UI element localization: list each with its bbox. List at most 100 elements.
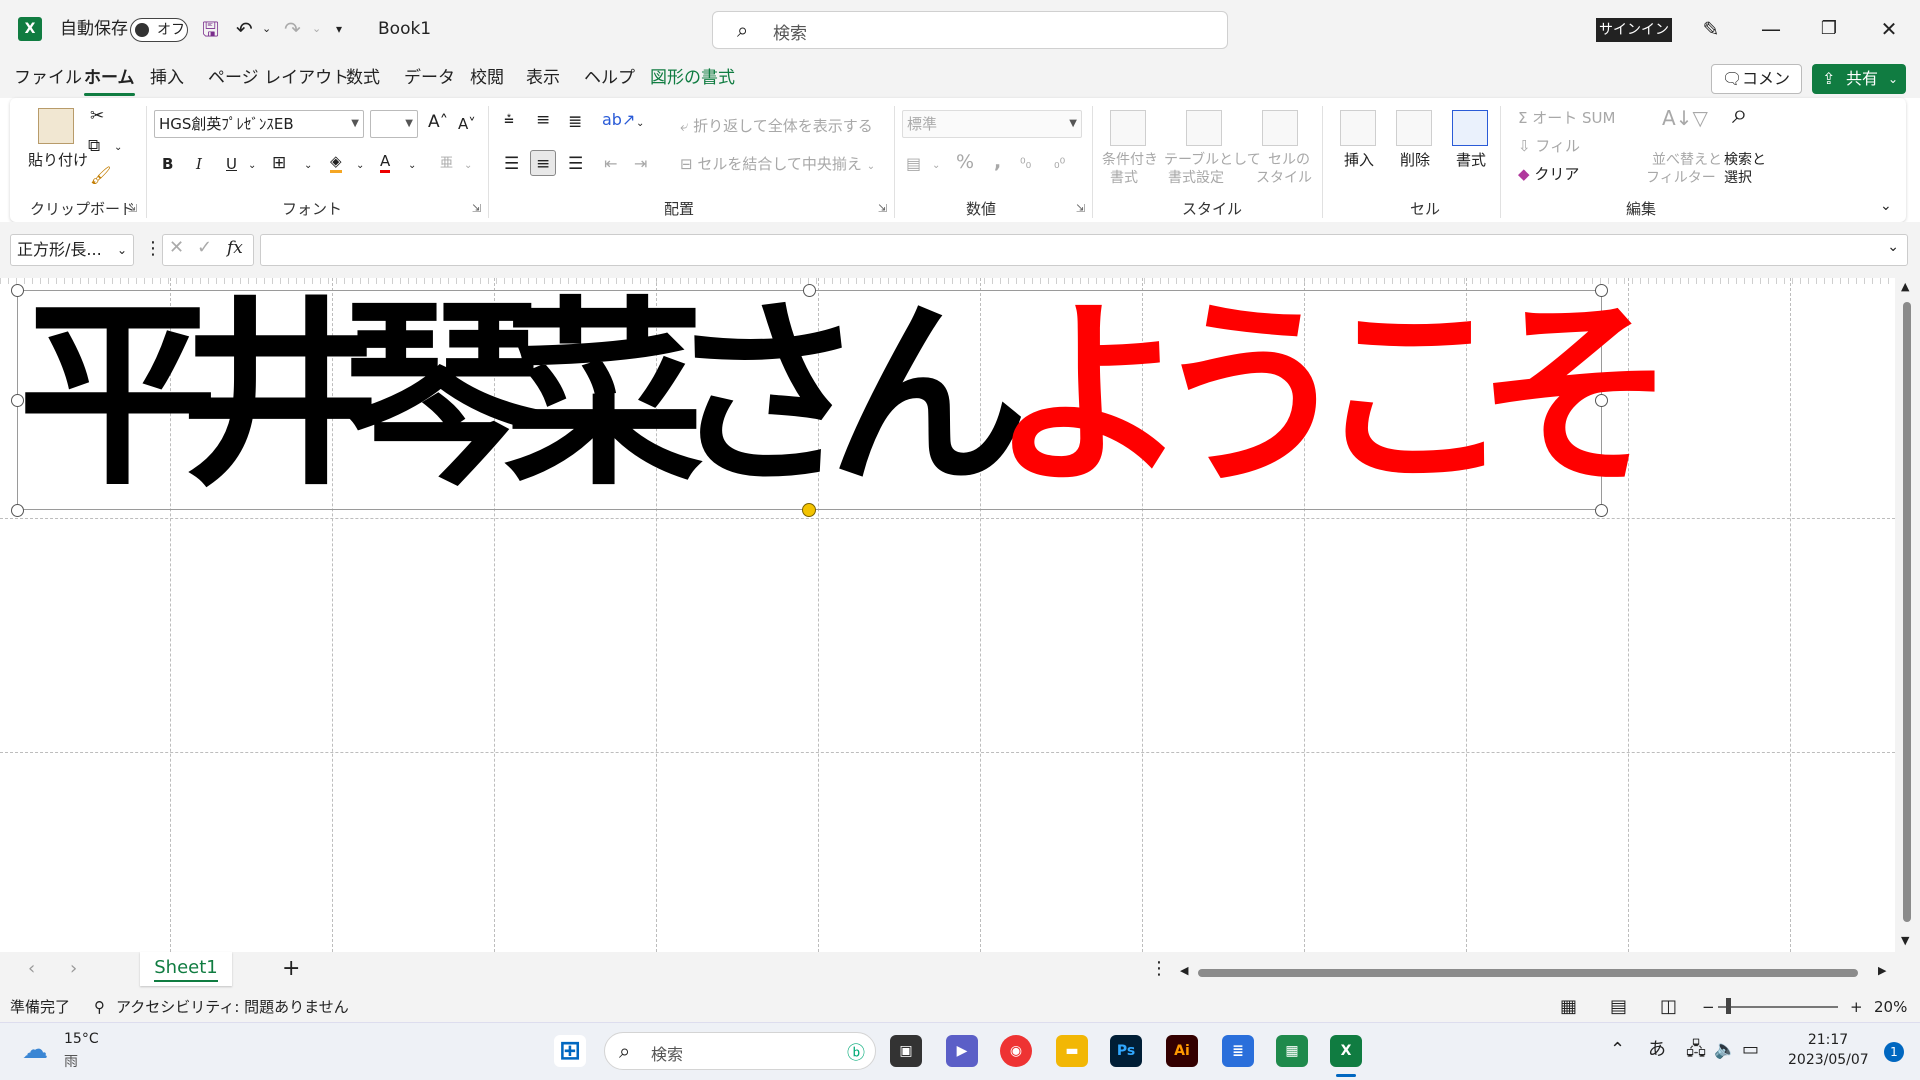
ime-indicator[interactable]: あ [1648,1038,1666,1062]
accessibility-status[interactable]: アクセシビリティ: 問題ありません [116,992,349,1022]
font-color-icon[interactable]: A [380,152,391,173]
close-icon[interactable]: ✕ [1874,14,1904,44]
percent-button[interactable]: % [956,152,974,172]
increase-indent-icon[interactable]: ⇥ [634,154,647,174]
merge-center-button[interactable]: ⊟ セルを結合して中央揃え ⌄ [680,154,875,177]
tab-insert[interactable]: 挿入 [150,66,184,90]
resize-handle-e[interactable] [1595,394,1608,407]
font-launcher-icon[interactable]: ⇲ [472,202,481,215]
prev-sheet-icon[interactable]: ‹ [28,958,35,979]
enter-icon[interactable]: ✓ [197,237,212,258]
number-launcher-icon[interactable]: ⇲ [1076,202,1085,215]
conditional-format-label-1[interactable]: 条件付き [1102,150,1158,170]
battery-icon[interactable]: ▭ [1742,1038,1759,1062]
normal-view-icon[interactable]: ▦ [1560,992,1577,1022]
collapse-ribbon-icon[interactable]: ⌄ [1880,196,1892,216]
paste-icon[interactable] [38,108,74,144]
horizontal-scroll-thumb[interactable] [1198,969,1858,977]
weather-desc[interactable]: 雨 [64,1051,78,1071]
copy-icon[interactable]: ⧉ [88,136,100,156]
minimize-icon[interactable]: — [1756,14,1786,44]
illustrator-icon[interactable]: Ai [1166,1035,1198,1067]
next-sheet-icon[interactable]: › [70,958,77,979]
underline-button[interactable]: U [226,154,237,174]
tab-file[interactable]: ファイル [14,66,82,90]
zoom-level[interactable]: 20% [1874,992,1907,1022]
bing-icon[interactable]: ⓑ [847,1039,865,1065]
weather-temp[interactable]: 15°C [64,1031,99,1047]
align-left-icon[interactable]: ☰ [504,154,519,174]
fill-button[interactable]: ⇩ フィル [1518,136,1580,156]
share-dropdown-icon[interactable]: ⌄ [1888,64,1898,94]
align-top-icon[interactable]: ⩮ [504,110,514,130]
find-select-icon[interactable]: ⌕ [1732,100,1748,128]
start-icon[interactable]: ⊞ [554,1035,586,1067]
expand-formula-icon[interactable]: ⌄ [1887,239,1899,255]
scroll-left-icon[interactable]: ◀ [1180,964,1188,977]
insert-function-button[interactable]: fx [227,238,243,258]
file-explorer-icon[interactable]: ▬ [1056,1035,1088,1067]
decrease-indent-icon[interactable]: ⇤ [604,154,617,174]
scroll-up-icon[interactable]: ▲ [1901,280,1909,293]
horizontal-scrollbar[interactable]: ◀ ▶ [1180,964,1890,980]
zoom-slider-thumb[interactable] [1726,998,1731,1014]
tab-view[interactable]: 表示 [526,66,560,90]
formula-input[interactable]: ⌄ [260,234,1908,266]
phonetic-icon[interactable]: 亜 [440,154,453,174]
bold-button[interactable]: B [162,154,173,174]
name-box[interactable]: 正方形/長... ⌄ [10,234,134,266]
orientation-icon[interactable]: ab↗ [602,110,635,130]
sort-filter-label-1[interactable]: 並べ替えと [1652,150,1722,170]
increase-decimal-icon[interactable]: ⁰₀ [1020,154,1031,174]
resize-handle-ne[interactable] [1595,284,1608,297]
tab-shape-format[interactable]: 図形の書式 [650,66,735,90]
autosave-toggle[interactable]: オフ [130,18,188,42]
decrease-decimal-icon[interactable]: ₀⁰ [1054,154,1065,174]
insert-cells-label[interactable]: 挿入 [1344,150,1374,170]
tray-overflow-icon[interactable]: ⌃ [1610,1038,1625,1062]
cell-styles-label-1[interactable]: セルの [1268,150,1310,170]
delete-cells-icon[interactable] [1396,110,1432,146]
conditional-format-label-2[interactable]: 書式 [1110,168,1138,188]
taskbar-search[interactable]: ⌕ 検索 ⓑ [604,1032,876,1070]
clipboard-launcher-icon[interactable]: ⇲ [128,202,137,215]
resize-handle-se[interactable] [1595,504,1608,517]
delete-cells-label[interactable]: 削除 [1400,150,1430,170]
underline-dropdown-icon[interactable]: ⌄ [248,156,256,176]
comment-button[interactable]: 🗨 コメント [1711,64,1802,116]
borders-dropdown-icon[interactable]: ⌄ [304,156,312,176]
find-select-label-1[interactable]: 検索と [1724,150,1766,170]
format-as-table-label-1[interactable]: テーブルとして [1164,150,1261,170]
insert-cells-icon[interactable] [1340,110,1376,146]
signin-button[interactable]: サインイン [1596,18,1672,42]
conditional-format-icon[interactable] [1110,110,1146,146]
cell-styles-icon[interactable] [1262,110,1298,146]
vertical-scrollbar[interactable]: ▲ ▼ [1895,278,1920,952]
number-format-select[interactable]: 標準 ▼ [902,110,1082,138]
resize-handle-n[interactable] [803,284,816,297]
tab-formulas[interactable]: 数式 [346,66,380,90]
zoom-slider[interactable] [1718,1006,1838,1008]
task-view-icon[interactable]: ▣ [890,1035,922,1067]
spreadsheet-app-icon[interactable]: ▦ [1276,1035,1308,1067]
undo-icon[interactable]: ↶ [236,14,253,44]
copy-dropdown-icon[interactable]: ⌄ [114,138,122,158]
align-middle-icon[interactable]: ≡ [536,110,550,130]
font-size-select[interactable]: ▼ [370,110,418,138]
pen-icon[interactable]: ✎ [1696,14,1726,44]
resize-handle-nw[interactable] [11,284,24,297]
zoom-in-icon[interactable]: + [1850,992,1863,1022]
page-layout-view-icon[interactable]: ▤ [1610,992,1627,1022]
cell-styles-label-2[interactable]: スタイル [1256,168,1312,188]
font-name-select[interactable]: HGS創英ﾌﾟﾚｾﾞﾝｽEB ▼ [154,110,364,138]
autosum-button[interactable]: Σ オート SUM [1518,108,1615,128]
redo-dropdown-icon[interactable]: ⌄ [312,14,321,44]
cancel-icon[interactable]: ✕ [169,237,184,258]
zoom-out-icon[interactable]: − [1702,992,1715,1022]
photoshop-icon[interactable]: Ps [1110,1035,1142,1067]
fill-color-icon[interactable]: ◈ [330,152,342,173]
vertical-scroll-thumb[interactable] [1903,302,1911,922]
tab-page-layout[interactable]: ページ レイアウト [208,66,349,90]
save-icon[interactable]: 🖫 [202,14,219,44]
teams-icon[interactable]: ▶ [946,1035,978,1067]
